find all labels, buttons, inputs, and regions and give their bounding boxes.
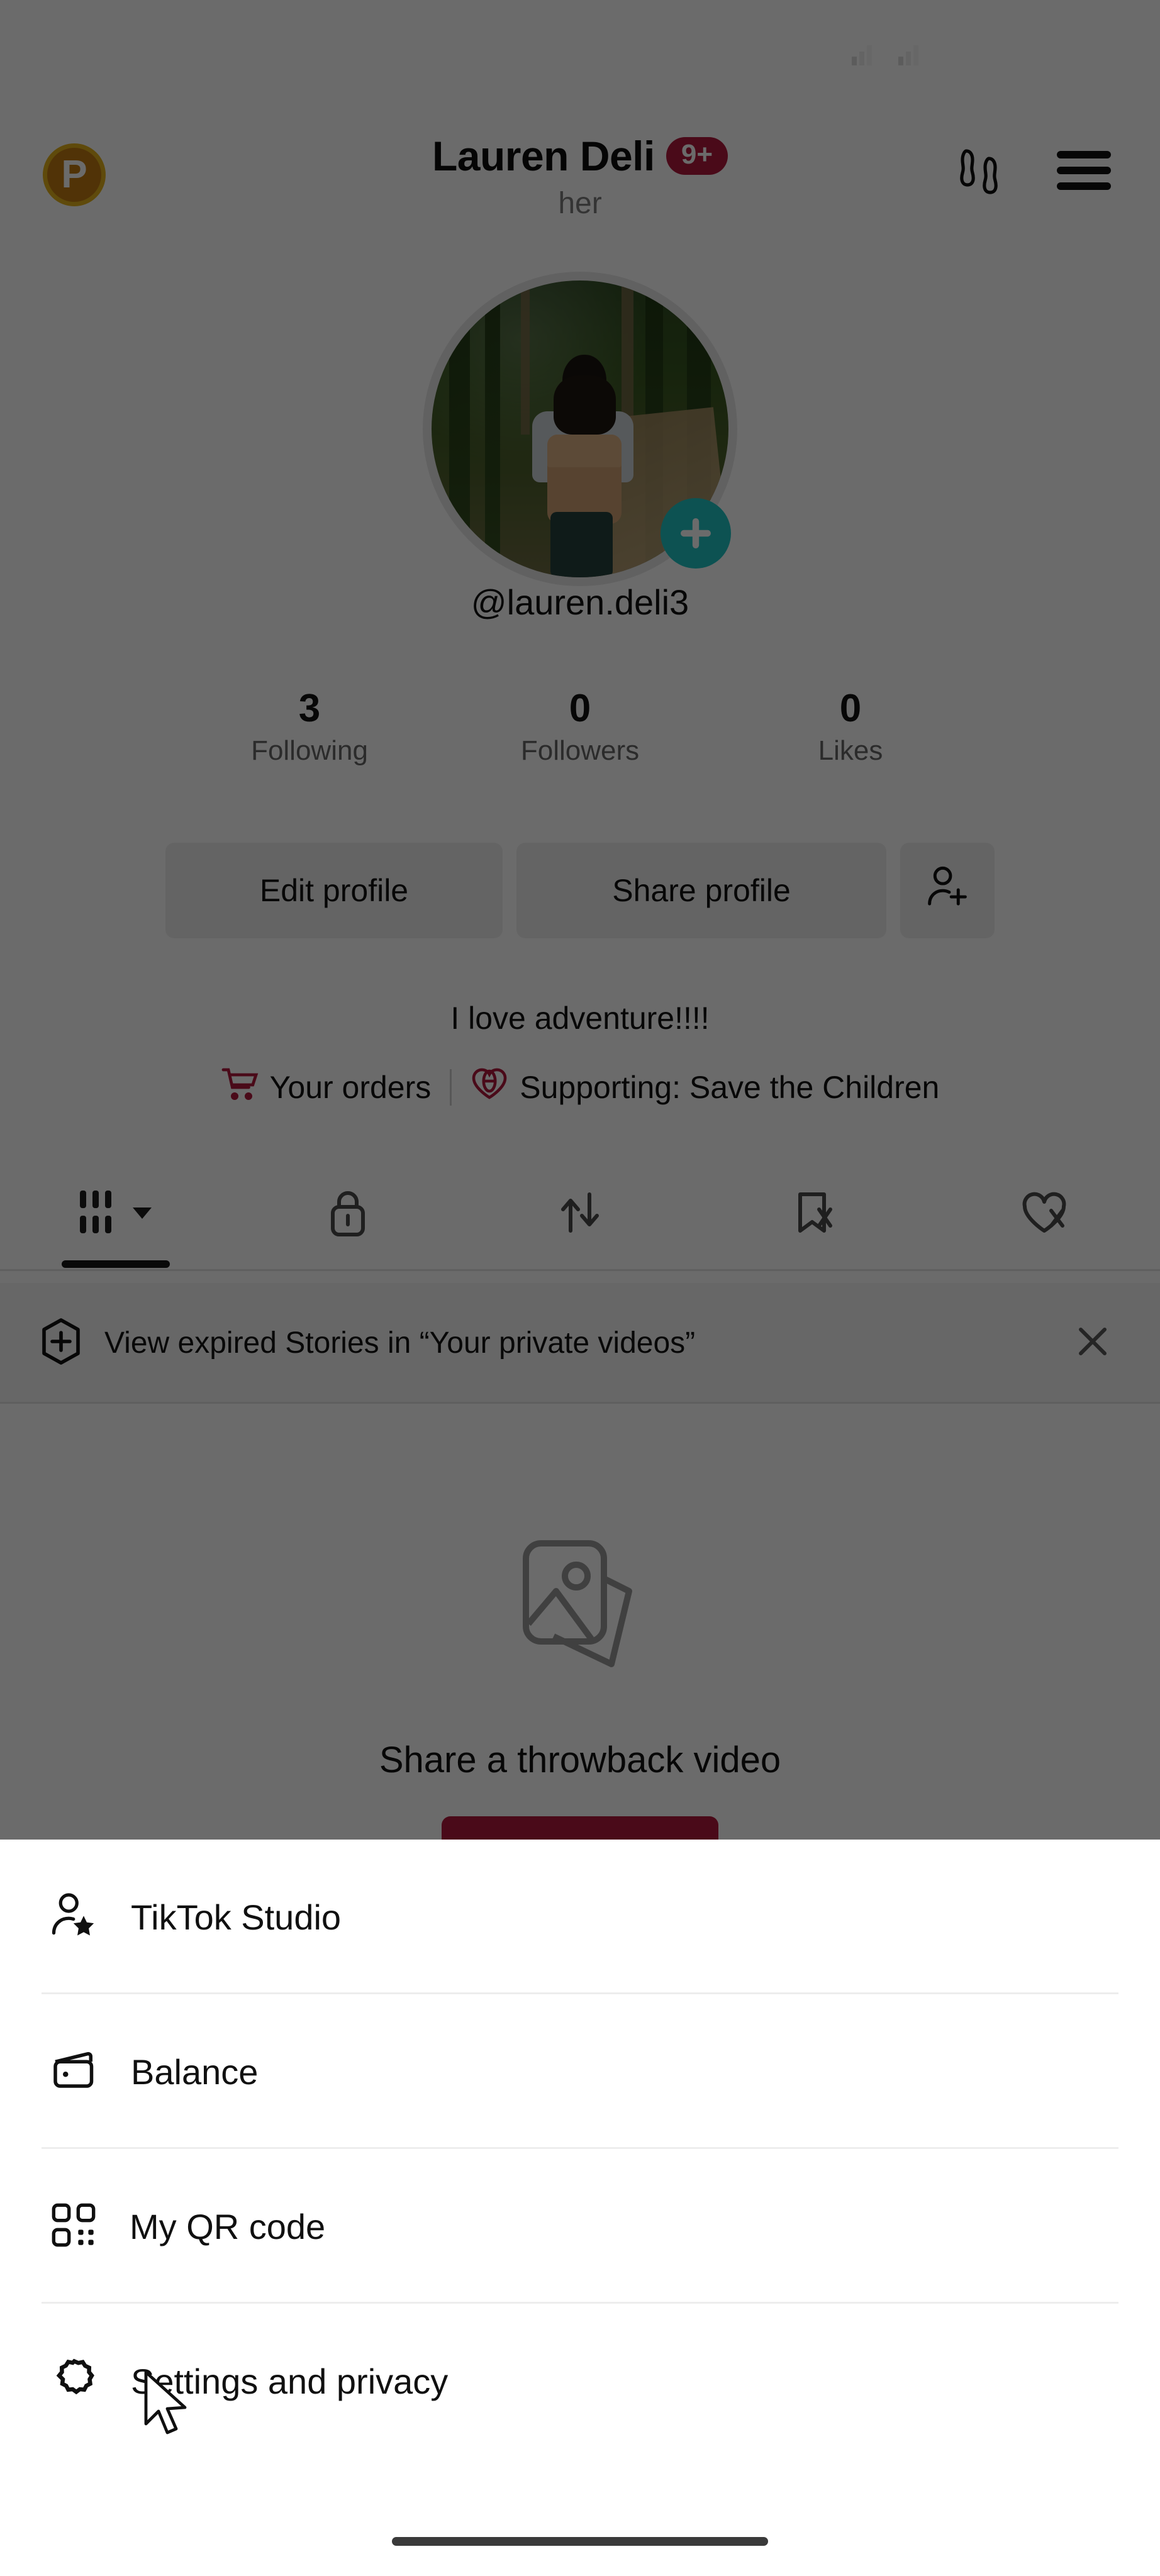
gear-icon [49, 2355, 99, 2408]
qr-code-icon [49, 2201, 98, 2253]
sheet-item-balance[interactable]: Balance [0, 1994, 1160, 2149]
person-star-icon [49, 1890, 99, 1944]
sheet-item-label: Balance [131, 2051, 259, 2092]
home-indicator [392, 2537, 768, 2546]
mouse-cursor [143, 2370, 194, 2443]
sheet-item-tiktok-studio[interactable]: TikTok Studio [0, 1840, 1160, 1994]
sheet-item-label: My QR code [130, 2206, 326, 2246]
scrim-overlay[interactable] [0, 0, 1160, 1840]
sheet-item-my-qr-code[interactable]: My QR code [0, 2149, 1160, 2304]
wallet-icon [49, 2045, 99, 2099]
sheet-item-label: TikTok Studio [131, 1897, 342, 1937]
bottom-sheet-menu: TikTok Studio Balance My QR code Setting… [0, 1840, 1160, 2576]
